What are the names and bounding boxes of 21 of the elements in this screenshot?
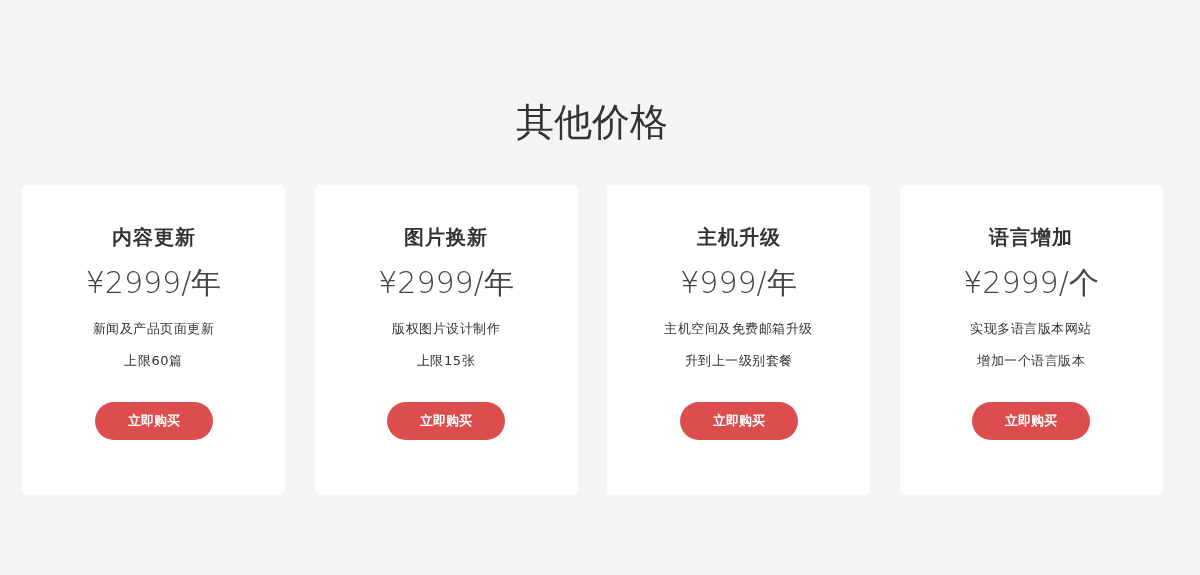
plan-feature: 增加一个语言版本 — [977, 352, 1085, 370]
plan-feature: 上限60篇 — [124, 352, 183, 370]
plan-feature: 实现多语言版本网站 — [970, 320, 1092, 338]
buy-button[interactable]: 立即购买 — [94, 402, 213, 440]
plan-feature: 上限15张 — [416, 352, 475, 370]
plan-name: 内容更新 — [111, 224, 196, 251]
plan-feature: 升到上一级别套餐 — [684, 352, 793, 370]
section-title: 其他价格 — [515, 99, 669, 146]
buy-button[interactable]: 立即购买 — [679, 402, 798, 440]
plan-feature: 版权图片设计制作 — [392, 320, 500, 338]
plan-name: 图片换新 — [404, 224, 488, 251]
plan-feature: 新闻及产品页面更新 — [92, 320, 215, 338]
plan-feature: 主机空间及免费邮箱升级 — [664, 320, 813, 338]
plan-name: 语言增加 — [989, 224, 1073, 251]
plan-price: ¥2999/年 — [85, 264, 222, 302]
plan-name: 主机升级 — [696, 224, 781, 251]
plan-price: ¥2999/年 — [378, 264, 514, 302]
buy-button[interactable]: 立即购买 — [972, 402, 1090, 440]
plan-price: ¥999/年 — [680, 264, 797, 302]
buy-button[interactable]: 立即购买 — [387, 402, 505, 440]
plan-price: ¥2999/个 — [963, 264, 1099, 302]
